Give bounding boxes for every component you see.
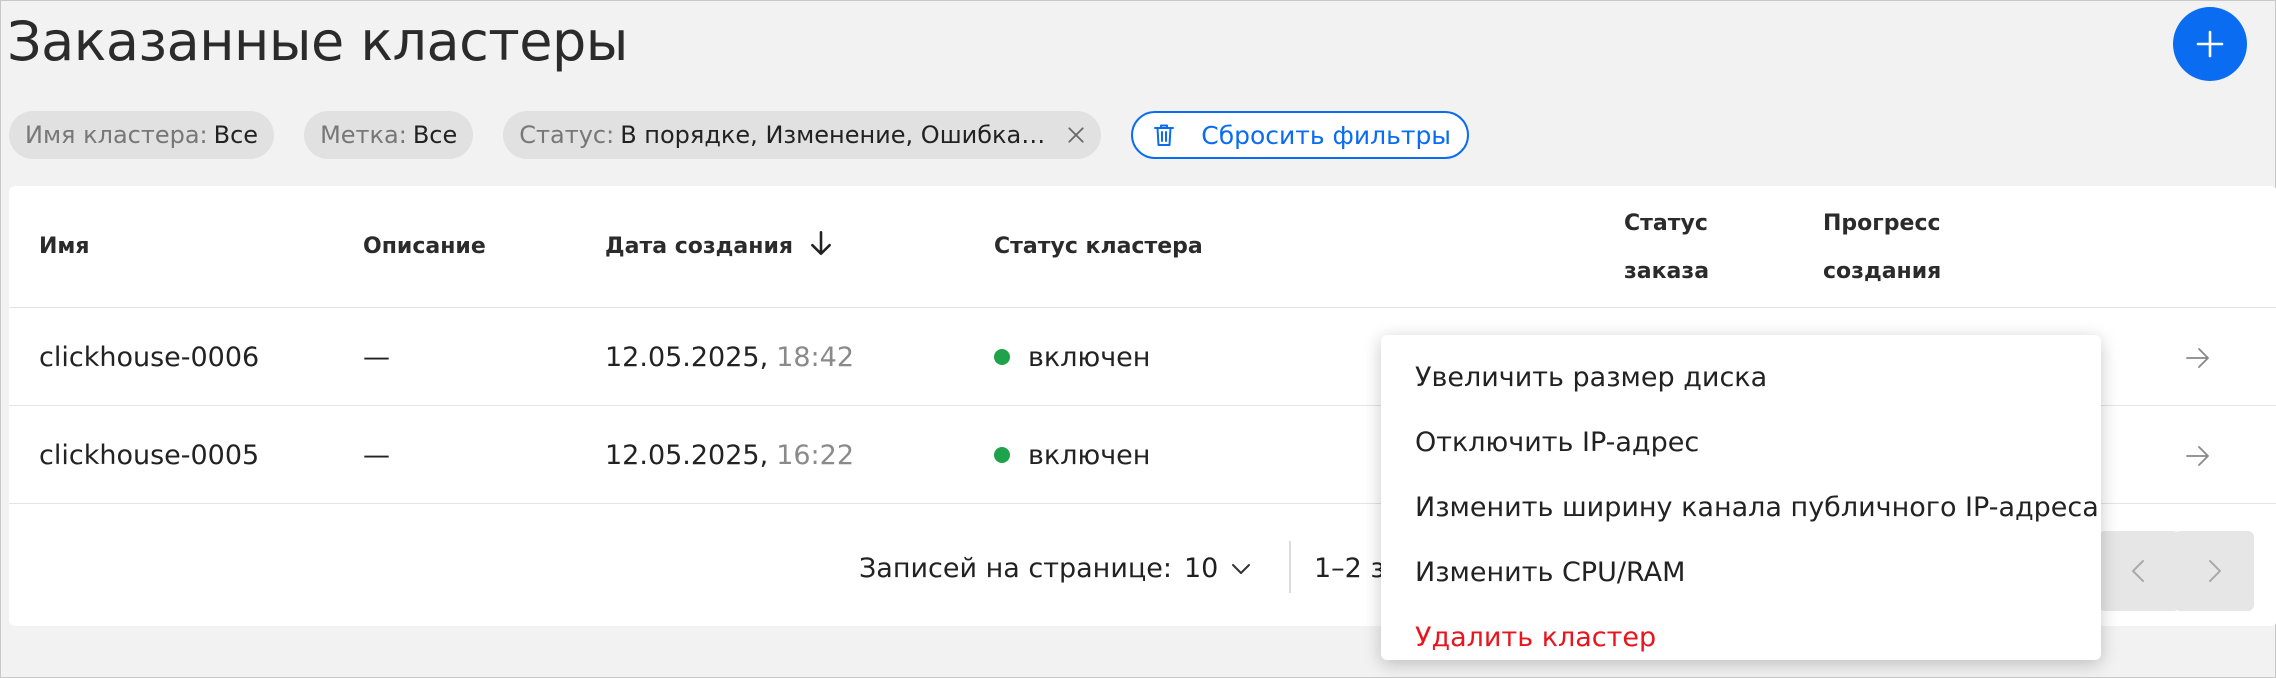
- reset-filters-label: Сбросить фильтры: [1201, 120, 1452, 150]
- menu-item-change-bandwidth[interactable]: Изменить ширину канала публичного IP-адр…: [1381, 475, 2101, 540]
- column-header-order-status[interactable]: Статус заказа: [1624, 200, 1709, 296]
- column-header-name[interactable]: Имя: [39, 223, 90, 271]
- cluster-created: 12.05.2025, 18:42: [605, 308, 854, 406]
- filter-key: Статус:: [519, 121, 615, 149]
- clear-filter-button[interactable]: [1063, 122, 1089, 148]
- column-header-order-status-line2: заказа: [1624, 259, 1710, 284]
- column-header-progress-line1: Прогресс: [1823, 211, 1941, 236]
- filter-chip-cluster-name[interactable]: Имя кластера: Все: [9, 111, 275, 159]
- pagination-divider: [1289, 541, 1291, 593]
- status-dot-icon: [994, 349, 1010, 365]
- page-title: Заказанные кластеры: [7, 10, 628, 73]
- menu-item-disable-ip[interactable]: Отключить IP-адрес: [1381, 410, 2101, 475]
- column-header-progress-line2: создания: [1823, 259, 1942, 284]
- arrow-down-icon: [810, 230, 831, 256]
- column-header-created-label: Дата создания: [605, 234, 793, 259]
- per-page-select[interactable]: 10: [1184, 553, 1252, 584]
- chevron-left-icon: [2132, 560, 2144, 582]
- cluster-name: clickhouse-0006: [39, 341, 260, 373]
- chevron-right-icon: [2209, 560, 2221, 582]
- filter-key: Метка:: [320, 121, 407, 149]
- filter-chip-status[interactable]: Статус: В порядке, Изменение, Ошибка, В …: [503, 111, 1102, 159]
- cluster-name: clickhouse-0005: [39, 439, 260, 471]
- table-header: Имя Описание Дата создания Статус класте…: [9, 186, 2276, 308]
- menu-item-change-cpu-ram[interactable]: Изменить CPU/RAM: [1381, 540, 2101, 605]
- column-header-created[interactable]: Дата создания: [605, 223, 835, 271]
- add-cluster-button[interactable]: [2173, 7, 2247, 81]
- cluster-description: —: [363, 439, 390, 471]
- next-page-button[interactable]: [2174, 531, 2254, 611]
- per-page-label: Записей на странице:: [859, 553, 1172, 584]
- cluster-status-label: включен: [1028, 341, 1151, 373]
- filter-bar: Имя кластера: Все Метка: Все Статус: В п…: [9, 111, 1470, 159]
- created-date: 12.05.2025,: [605, 341, 769, 373]
- created-date: 12.05.2025,: [605, 439, 769, 471]
- created-time: 16:22: [776, 439, 854, 471]
- column-header-progress[interactable]: Прогресс создания: [1823, 200, 1941, 296]
- filter-chip-label[interactable]: Метка: Все: [304, 111, 474, 159]
- trash-icon: [1154, 124, 1175, 146]
- cluster-created: 12.05.2025, 16:22: [605, 406, 854, 504]
- status-dot-icon: [994, 447, 1010, 463]
- pagination-range: 1–2 з: [1314, 553, 1385, 584]
- cluster-status: включен: [994, 406, 1150, 504]
- column-header-description[interactable]: Описание: [363, 223, 486, 271]
- menu-item-increase-disk[interactable]: Увеличить размер диска: [1381, 345, 2101, 410]
- cluster-description: —: [363, 341, 390, 373]
- created-time: 18:42: [776, 341, 854, 373]
- prev-page-button[interactable]: [2099, 531, 2179, 611]
- filter-value: Все: [213, 121, 259, 149]
- filter-key: Имя кластера:: [25, 121, 208, 149]
- page: Заказанные кластеры Имя кластера: Все Ме…: [0, 0, 2276, 678]
- filter-value: Все: [412, 121, 458, 149]
- close-icon: [1068, 127, 1084, 143]
- menu-item-delete-cluster[interactable]: Удалить кластер: [1381, 605, 2101, 670]
- arrow-right-icon[interactable]: [2184, 344, 2212, 372]
- column-header-cluster-status[interactable]: Статус кластера: [994, 223, 1203, 271]
- filter-value: В порядке, Изменение, Ошибка, В ...: [620, 121, 1050, 149]
- reset-filters-button[interactable]: Сбросить фильтры: [1131, 111, 1470, 159]
- cluster-status: включен: [994, 308, 1150, 406]
- column-header-order-status-line1: Статус: [1624, 211, 1708, 236]
- chevron-down-icon: [1232, 563, 1251, 574]
- arrow-right-icon[interactable]: [2184, 442, 2212, 470]
- cluster-status-label: включен: [1028, 439, 1151, 471]
- plus-icon: [2196, 30, 2224, 58]
- cluster-actions-menu: Увеличить размер диска Отключить IP-адре…: [1381, 335, 2101, 660]
- per-page-value: 10: [1184, 553, 1219, 584]
